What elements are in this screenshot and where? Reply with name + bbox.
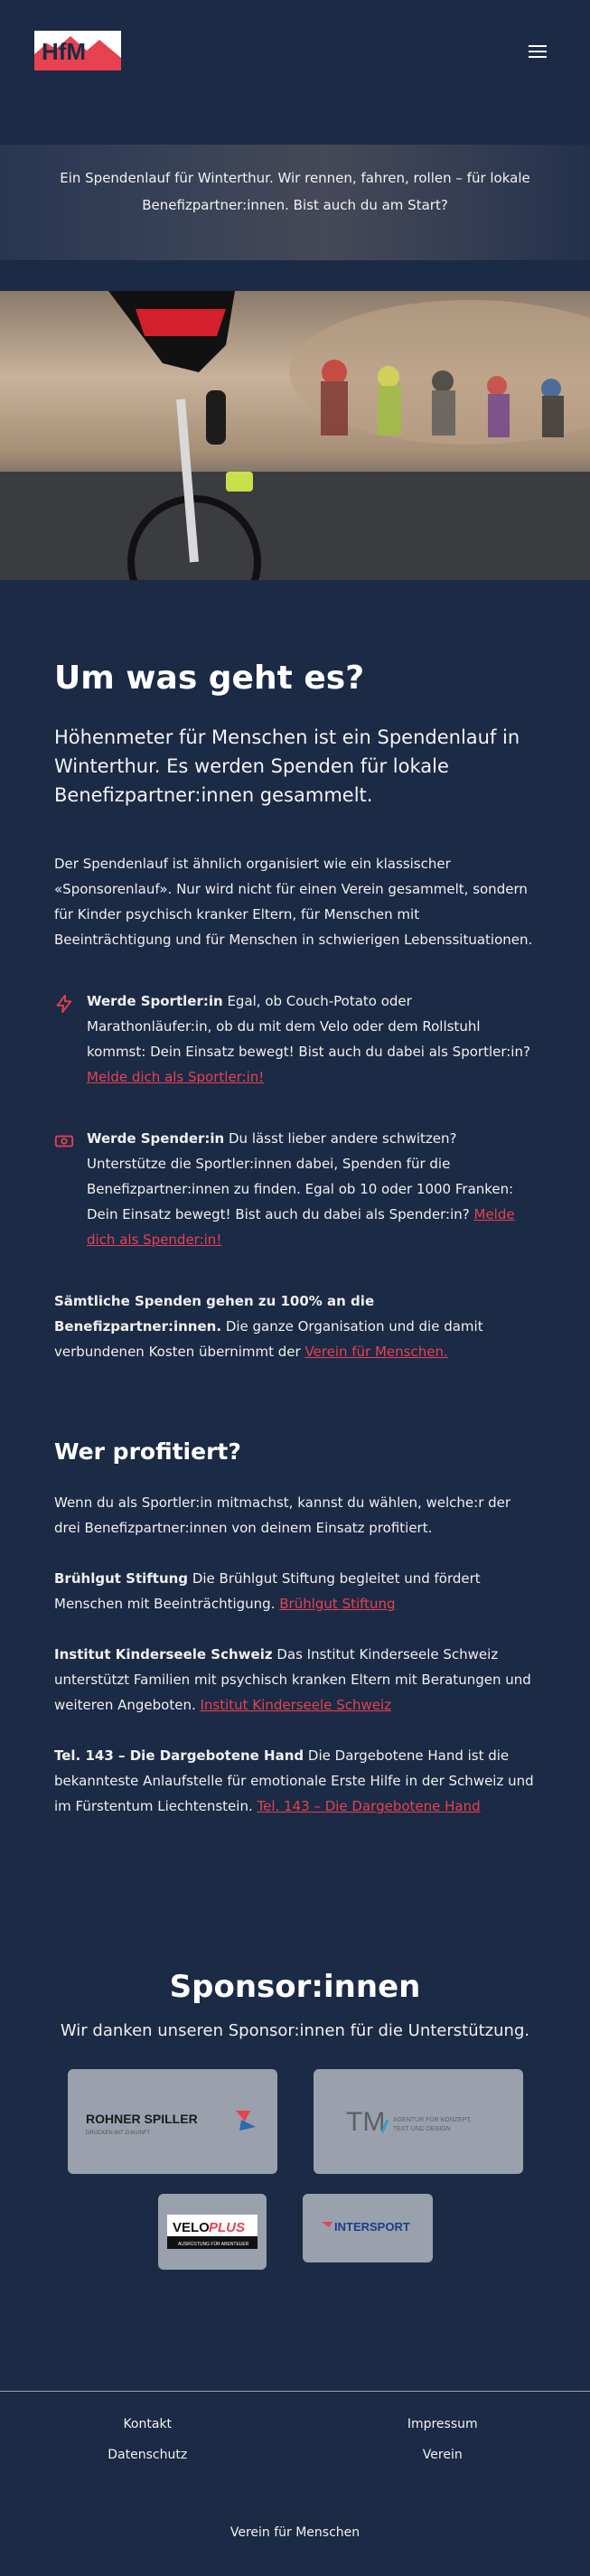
partner-name: Brühlgut Stiftung <box>54 1570 188 1587</box>
partner-link[interactable]: Tel. 143 – Die Dargebotene Hand <box>258 1798 481 1814</box>
svg-text:TM: TM <box>346 2107 385 2137</box>
sponsor-card-intersport[interactable]: INTERSPORT <box>303 2194 433 2262</box>
verein-link[interactable]: Verein für Menschen. <box>304 1344 447 1360</box>
partner-name: Institut Kinderseele Schweiz <box>54 1646 273 1663</box>
about-intro: Der Spendenlauf ist ähnlich organisiert … <box>54 851 536 952</box>
profit-intro: Wenn du als Sportler:in mitmachst, kanns… <box>54 1490 536 1541</box>
intersport-logo: INTERSPORT <box>318 2215 417 2242</box>
cyclists-photo <box>0 291 590 580</box>
sponsors-subtitle: Wir danken unseren Sponsor:innen für die… <box>0 2021 590 2040</box>
partner-name: Tel. 143 – Die Dargebotene Hand <box>54 1747 304 1764</box>
sportler-signup-link[interactable]: Melde dich als Sportler:in! <box>87 1069 264 1085</box>
footer-org-name: Verein für Menschen <box>0 2525 590 2576</box>
footer-link-impressum[interactable]: Impressum <box>295 2417 590 2431</box>
svg-text:AUSRÜSTUNG FÜR ABENTEUER: AUSRÜSTUNG FÜR ABENTEUER <box>178 2241 249 2247</box>
lightning-icon <box>54 988 76 1090</box>
svg-text:INTERSPORT: INTERSPORT <box>334 2220 410 2234</box>
site-footer: Kontakt Impressum Datenschutz Verein Ver… <box>0 2391 590 2576</box>
main-content: Um was geht es? Höhenmeter für Menschen … <box>0 580 590 1819</box>
profit-title: Wer profitiert? <box>54 1438 536 1465</box>
partner-link[interactable]: Institut Kinderseele Schweiz <box>200 1697 391 1713</box>
feature-sportler-strong: Werde Sportler:in <box>87 993 223 1009</box>
site-logo[interactable]: HfM <box>34 31 121 70</box>
sponsor-card-tm[interactable]: TM AGENTUR FÜR KONZEPT, TEXT UND DESIGN <box>314 2069 523 2174</box>
svg-text:PLUS: PLUS <box>209 2220 245 2235</box>
site-header: HfM <box>0 0 590 145</box>
footer-links: Kontakt Impressum Datenschutz Verein <box>0 2417 590 2462</box>
rohner-spiller-logo: ROHNER SPILLER DRUCKEN MIT ZUKUNFT <box>82 2103 263 2140</box>
veloplus-logo: VELO PLUS AUSRÜSTUNG FÜR ABENTEUER <box>167 2215 258 2249</box>
hero-banner: Ein Spendenlauf für Winterthur. Wir renn… <box>0 145 590 260</box>
money-icon <box>54 1126 76 1252</box>
partner-kinderseele: Institut Kinderseele Schweiz Das Institu… <box>54 1642 536 1718</box>
partner-dargebotene-hand: Tel. 143 – Die Dargebotene Hand Die Darg… <box>54 1743 536 1819</box>
feature-sportler-text: Werde Sportler:in Egal, ob Couch-Potato … <box>87 988 536 1090</box>
svg-text:ROHNER SPILLER: ROHNER SPILLER <box>86 2112 198 2126</box>
partner-bruehlgut: Brühlgut Stiftung Die Brühlgut Stiftung … <box>54 1566 536 1616</box>
feature-sportler: Werde Sportler:in Egal, ob Couch-Potato … <box>54 988 536 1090</box>
sponsor-card-rohner-spiller[interactable]: ROHNER SPILLER DRUCKEN MIT ZUKUNFT <box>68 2069 277 2174</box>
about-lead: Höhenmeter für Menschen ist ein Spendenl… <box>54 723 536 810</box>
feature-spender-text: Werde Spender:in Du lässt lieber andere … <box>87 1126 536 1252</box>
svg-text:VELO: VELO <box>173 2220 210 2235</box>
sponsor-row: ROHNER SPILLER DRUCKEN MIT ZUKUNFT TM AG… <box>0 2069 590 2174</box>
sponsors-title: Sponsor:innen <box>0 1969 590 2005</box>
hero-text: Ein Spendenlauf für Winterthur. Wir renn… <box>54 164 536 219</box>
feature-spender-strong: Werde Spender:in <box>87 1130 224 1147</box>
donations-text: Sämtliche Spenden gehen zu 100% an die B… <box>54 1288 536 1364</box>
footer-link-kontakt[interactable]: Kontakt <box>0 2417 295 2431</box>
tm-agency-logo: TM AGENTUR FÜR KONZEPT, TEXT UND DESIGN <box>328 2103 509 2140</box>
svg-text:DRUCKEN MIT ZUKUNFT: DRUCKEN MIT ZUKUNFT <box>86 2131 151 2136</box>
sponsors-section: Sponsor:innen Wir danken unseren Sponsor… <box>0 1844 590 2270</box>
svg-text:AGENTUR FÜR KONZEPT,: AGENTUR FÜR KONZEPT, <box>393 2116 472 2123</box>
footer-link-verein[interactable]: Verein <box>295 2448 590 2462</box>
sponsor-row: VELO PLUS AUSRÜSTUNG FÜR ABENTEUER INTER… <box>0 2194 590 2270</box>
footer-link-datenschutz[interactable]: Datenschutz <box>0 2448 295 2462</box>
about-title: Um was geht es? <box>54 658 536 699</box>
svg-text:HfM: HfM <box>42 38 86 65</box>
hamburger-menu-icon[interactable] <box>529 45 547 58</box>
svg-text:TEXT UND DESIGN: TEXT UND DESIGN <box>393 2126 451 2132</box>
sponsor-card-veloplus[interactable]: VELO PLUS AUSRÜSTUNG FÜR ABENTEUER <box>158 2194 267 2270</box>
partner-link[interactable]: Brühlgut Stiftung <box>279 1596 395 1612</box>
feature-spender: Werde Spender:in Du lässt lieber andere … <box>54 1126 536 1252</box>
